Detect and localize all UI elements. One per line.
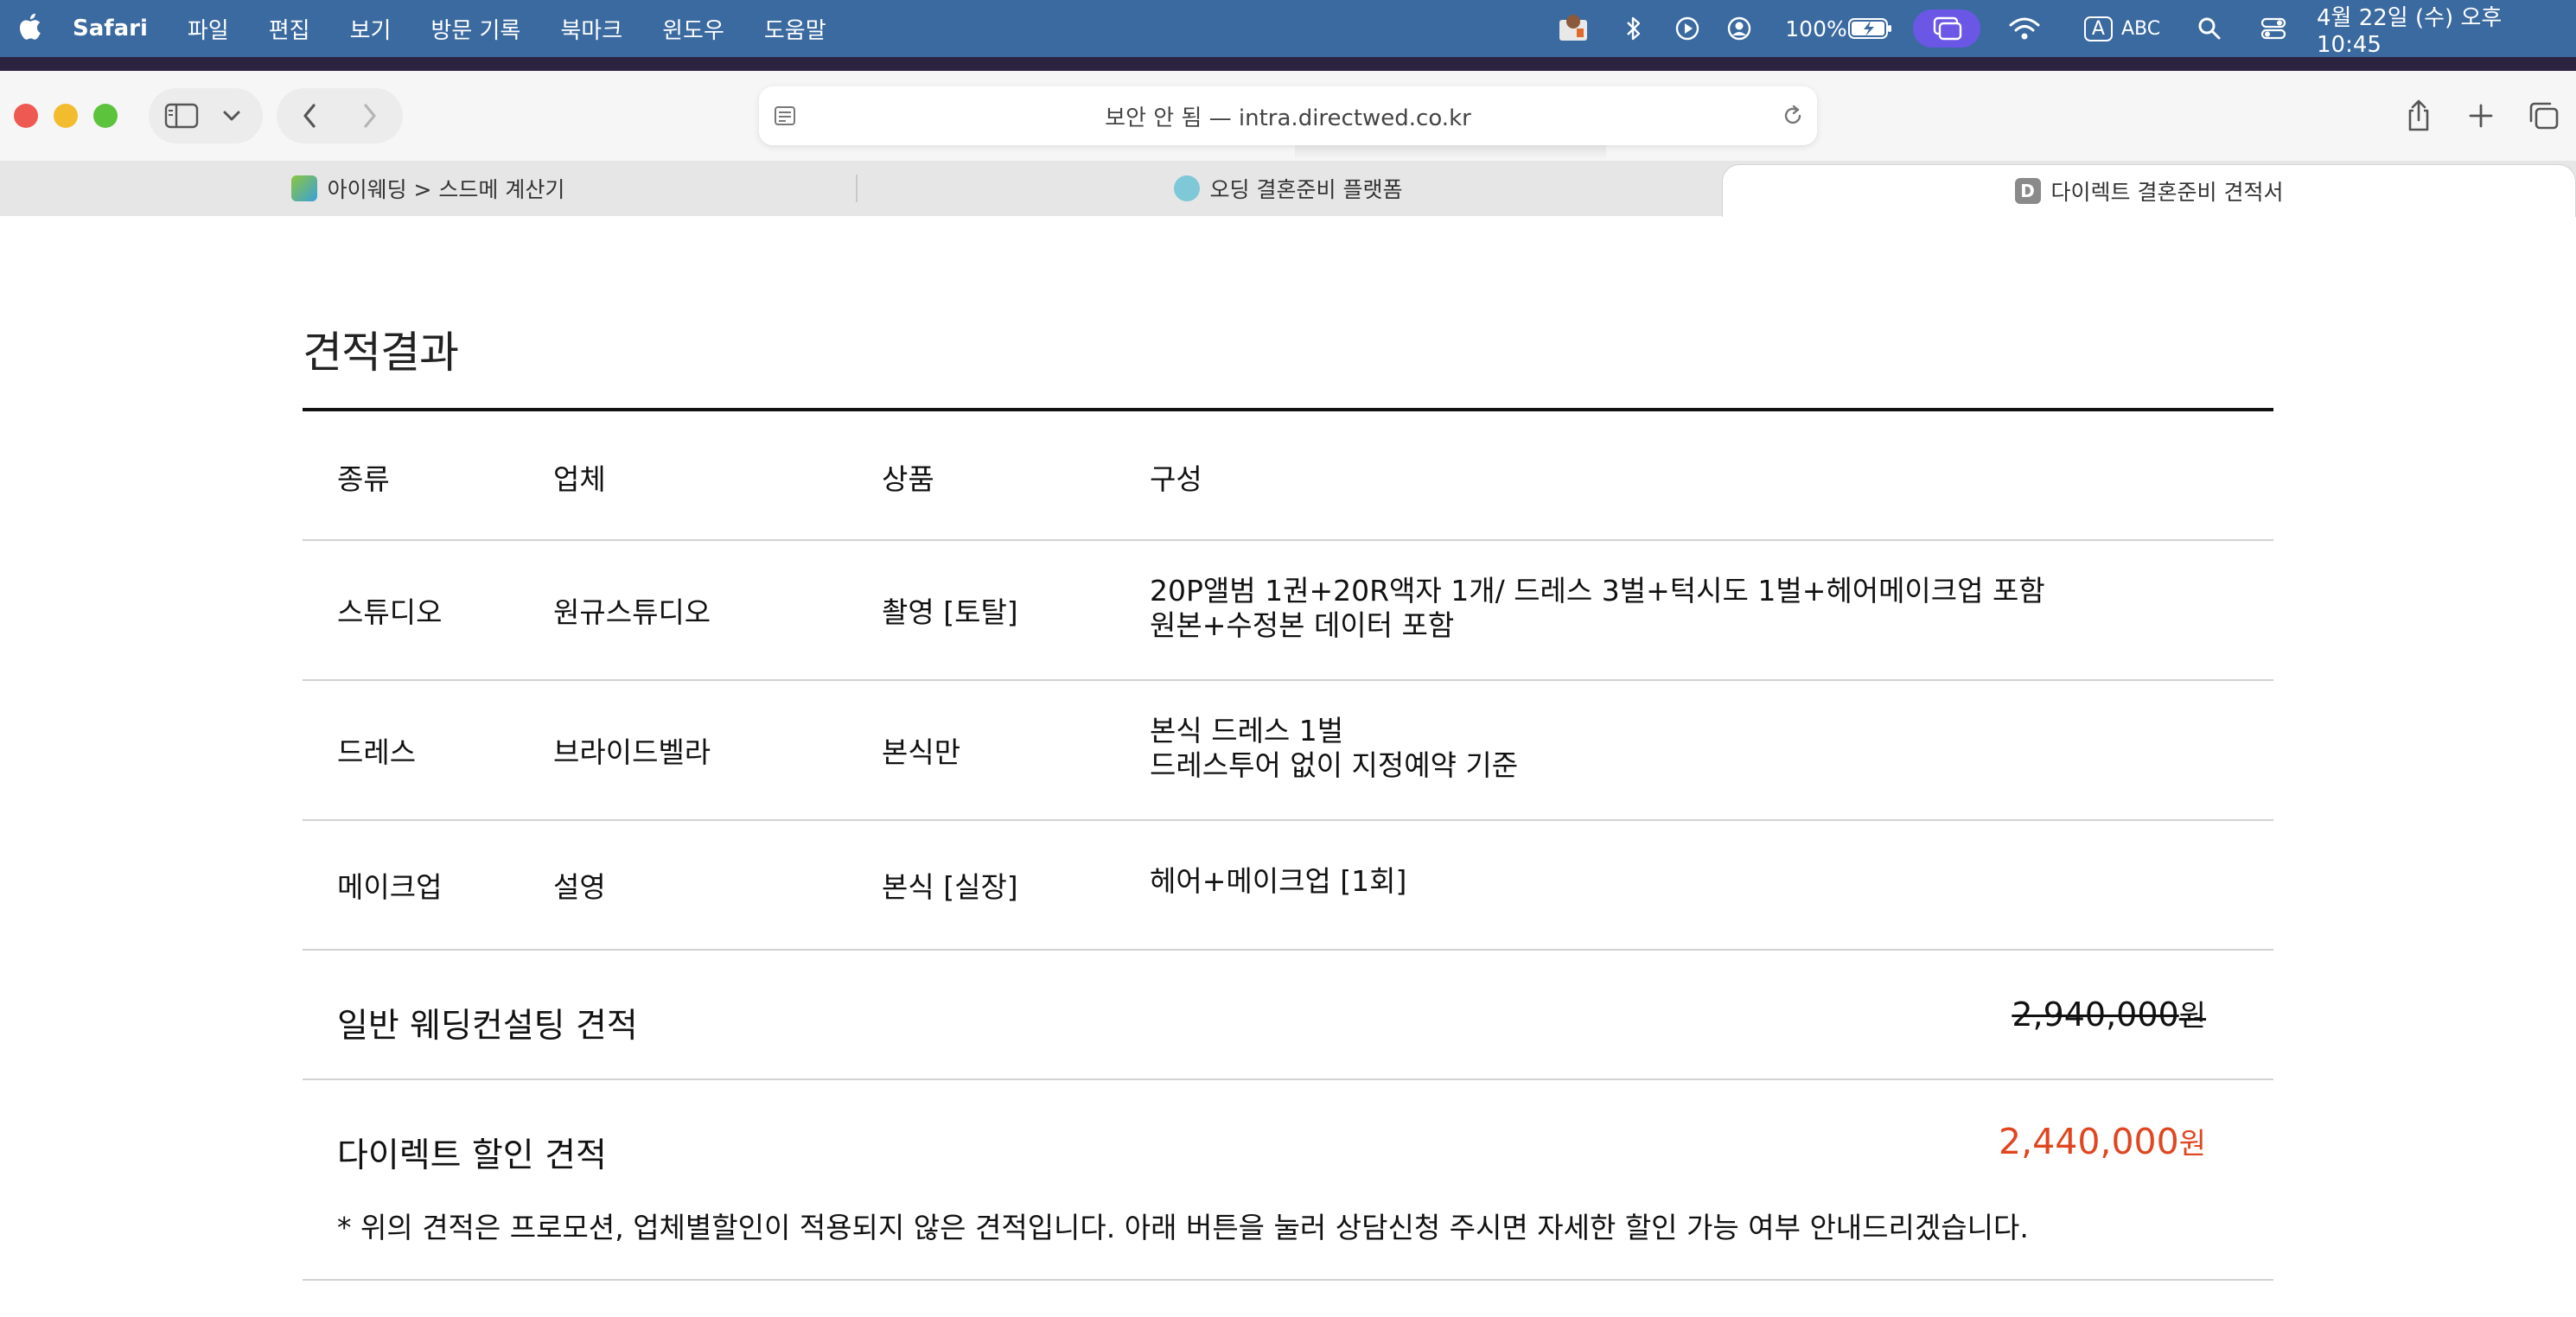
menu-help[interactable]: 도움말: [764, 13, 826, 45]
direct-favicon-icon: D: [2014, 178, 2041, 204]
oding-favicon-icon: [1173, 175, 1200, 201]
battery-percent: 100%: [1785, 16, 1847, 41]
page-menu-icon: [775, 106, 795, 125]
direct-estimate-price: 2,440,000원: [1999, 1120, 2206, 1162]
tab-label: 오딩 결혼준비 플랫폼: [1209, 177, 1403, 202]
share-button[interactable]: [2398, 93, 2439, 138]
input-source-label: ABC: [2120, 17, 2161, 40]
back-button[interactable]: [289, 95, 330, 137]
wifi-icon[interactable]: [2005, 0, 2044, 57]
minimize-window-button[interactable]: [54, 104, 78, 128]
regular-estimate-unit: 원: [2178, 999, 2206, 1034]
address-text: 보안 안 됨 — intra.directwed.co.kr: [1105, 105, 1471, 131]
menubar-clock[interactable]: 4월 22일 (수) 오후 10:45: [2317, 0, 2569, 58]
address-bar-shadow: [1295, 145, 1606, 161]
control-center-icon[interactable]: [2256, 0, 2291, 57]
chevron-right-icon: [364, 104, 376, 128]
reload-icon: [1784, 105, 1801, 124]
sidebar-icon: [164, 103, 199, 129]
tab-direct-estimate[interactable]: D 다이렉트 결혼준비 견적서: [1722, 164, 2576, 217]
menu-app-name[interactable]: Safari: [73, 16, 148, 41]
menu-edit[interactable]: 편집: [269, 13, 310, 45]
row-divider: [303, 819, 2273, 821]
column-header-product: 상품: [882, 462, 934, 496]
composition-line: 드레스투어 없이 지정예약 기준: [1150, 748, 1519, 782]
cell-vendor: 원규스튜디오: [553, 595, 711, 629]
menu-history[interactable]: 방문 기록: [430, 13, 520, 45]
title-divider: [303, 408, 2273, 411]
window-top-edge: [0, 57, 2576, 71]
screen-mirroring-icon: [1913, 10, 1980, 48]
close-window-button[interactable]: [14, 104, 38, 128]
zoom-window-button[interactable]: [93, 104, 118, 128]
tab-iwedding[interactable]: 아이웨딩 > 스드메 계산기: [0, 161, 856, 216]
estimate-note: * 위의 견적은 프로모션, 업체별할인이 적용되지 않은 견적입니다. 아래 …: [337, 1211, 2029, 1244]
cell-product: 본식만: [882, 735, 961, 769]
cell-type: 스튜디오: [337, 595, 443, 629]
battery-icon[interactable]: [1846, 0, 1895, 57]
apple-icon[interactable]: [17, 12, 41, 41]
menu-view[interactable]: 보기: [350, 13, 392, 45]
chevron-left-icon: [303, 104, 316, 128]
input-source-badge: A: [2083, 16, 2113, 41]
tab-oding[interactable]: 오딩 결혼준비 플랫폼: [858, 161, 1718, 216]
bottom-divider: [303, 1279, 2273, 1281]
regular-estimate-label: 일반 웨딩컨설팅 견적: [337, 1007, 638, 1046]
column-header-composition: 구성: [1150, 462, 1202, 496]
cell-type: 드레스: [337, 735, 417, 769]
bluetooth-icon[interactable]: [1616, 0, 1651, 57]
direct-estimate-amount: 2,440,000: [1999, 1121, 2179, 1162]
composition-line: 20P앨범 1권+20R액자 1개/ 드레스 3벌+턱시도 1벌+헤어메이크업 …: [1150, 574, 2045, 608]
row-divider: [303, 679, 2273, 681]
plus-icon: [2469, 104, 2493, 128]
cell-composition: 본식 드레스 1벌 드레스투어 없이 지정예약 기준: [1150, 714, 1518, 783]
page-title: 견적결과: [303, 328, 459, 378]
menu-bookmarks[interactable]: 북마크: [560, 13, 622, 45]
column-header-type: 종류: [337, 462, 390, 496]
cell-vendor: 설영: [553, 870, 606, 904]
row-divider: [303, 949, 2273, 951]
tab-label: 아이웨딩 > 스드메 계산기: [327, 177, 565, 202]
vpn-app-icon[interactable]: [1553, 0, 1594, 57]
cell-vendor: 브라이드벨라: [553, 735, 711, 769]
regular-estimate-amount: 2,940,000: [2012, 996, 2179, 1034]
cell-type: 메이크업: [337, 870, 443, 904]
reader-mode-button[interactable]: [769, 100, 800, 131]
share-icon: [2408, 99, 2429, 131]
input-source-indicator[interactable]: A ABC: [2075, 0, 2170, 57]
tab-label: 다이렉트 결혼준비 견적서: [2050, 180, 2284, 205]
now-playing-icon[interactable]: [1670, 0, 1705, 57]
cell-product: 촬영 [토탈]: [882, 595, 1018, 629]
iwedding-favicon-icon: [290, 175, 317, 201]
composition-line: 원본+수정본 데이터 포함: [1150, 608, 1455, 642]
direct-estimate-unit: 원: [2178, 1127, 2206, 1161]
user-account-icon[interactable]: [1722, 0, 1757, 57]
composition-line: 헤어+메이크업 [1회]: [1150, 864, 1407, 898]
spotlight-search-icon[interactable]: [2192, 0, 2227, 57]
cell-composition: 20P앨범 1권+20R액자 1개/ 드레스 3벌+턱시도 1벌+헤어메이크업 …: [1150, 574, 2045, 643]
menu-window[interactable]: 윈도우: [662, 13, 724, 45]
cell-composition: 헤어+메이크업 [1회]: [1150, 864, 1406, 899]
direct-estimate-label: 다이렉트 할인 견적: [337, 1136, 607, 1175]
tab-bar: 아이웨딩 > 스드메 계산기 오딩 결혼준비 플랫폼 D 다이렉트 결혼준비 견…: [0, 161, 2576, 217]
new-tab-button[interactable]: [2460, 95, 2502, 137]
screen-mirroring-button[interactable]: [1912, 0, 1981, 57]
tab-group-menu-button[interactable]: [214, 95, 249, 137]
sidebar-toggle-button[interactable]: [161, 95, 202, 137]
tab-overview-button[interactable]: [2522, 95, 2566, 137]
tab-overview-icon: [2529, 102, 2559, 130]
row-divider: [303, 539, 2273, 541]
regular-estimate-price: 2,940,000원: [2012, 992, 2206, 1034]
menu-bar: Safari 파일 편집 보기 방문 기록 북마크 윈도우 도움말 100% A…: [0, 0, 2576, 58]
composition-line: 본식 드레스 1벌: [1150, 714, 1344, 748]
reload-button[interactable]: [1777, 100, 1808, 131]
menu-file[interactable]: 파일: [188, 13, 229, 45]
cell-product: 본식 [실장]: [882, 870, 1018, 904]
row-divider: [303, 1078, 2273, 1080]
column-header-vendor: 업체: [553, 462, 606, 496]
chevron-down-icon: [223, 111, 240, 121]
forward-button[interactable]: [349, 95, 391, 137]
address-bar[interactable]: 보안 안 됨 — intra.directwed.co.kr: [759, 86, 1817, 161]
